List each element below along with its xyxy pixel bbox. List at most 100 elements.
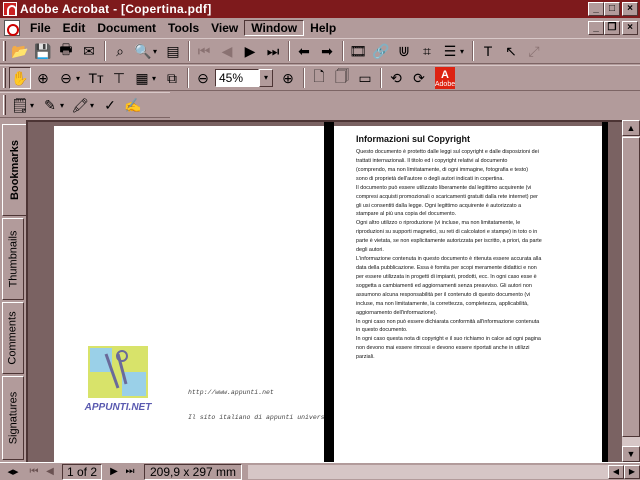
- separator: [288, 41, 290, 61]
- go-back-icon[interactable]: ⬅: [293, 40, 315, 62]
- page-number-field[interactable]: 1 of 2: [62, 463, 102, 480]
- scroll-thumb[interactable]: [622, 137, 640, 437]
- doc-close-button[interactable]: ×: [622, 21, 638, 35]
- separator: [303, 68, 305, 88]
- status-prev-page-icon[interactable]: ◀: [42, 465, 58, 479]
- copyright-line: assumono alcuna responsabilità per il co…: [356, 291, 531, 298]
- navigation-tabs: Bookmarks Thumbnails Comments Signatures: [0, 120, 26, 462]
- toolbar-grip[interactable]: [3, 68, 6, 88]
- menu-tools[interactable]: Tools: [162, 21, 205, 35]
- first-page-icon[interactable]: ⏮: [193, 40, 215, 62]
- find-icon[interactable]: ⌕: [109, 40, 131, 62]
- rotate-right-icon[interactable]: ⟳: [408, 67, 430, 89]
- horizontal-scrollbar[interactable]: ◀ ▶: [248, 464, 640, 479]
- select-dropdown-icon[interactable]: ▾: [152, 74, 159, 83]
- link-icon[interactable]: 🔗: [370, 40, 392, 62]
- copyright-text: Questo documento è protetto dalle leggi …: [356, 148, 556, 362]
- movie-icon[interactable]: 🎞: [347, 40, 369, 62]
- crop-icon[interactable]: ⌗: [416, 40, 438, 62]
- copyright-line: soggetta a cambiamenti ed aggiornamenti …: [356, 282, 532, 289]
- graphics-select-icon[interactable]: ⧉: [161, 67, 183, 89]
- hand-tool-icon[interactable]: ✋: [9, 67, 31, 89]
- rotate-left-icon[interactable]: ⟲: [385, 67, 407, 89]
- column-select-icon[interactable]: ⊤: [108, 67, 130, 89]
- go-forward-icon[interactable]: ➡: [316, 40, 338, 62]
- touchup-text-icon[interactable]: T: [477, 40, 499, 62]
- zoom-out-icon[interactable]: ⊖: [55, 67, 77, 89]
- doc-minimize-button[interactable]: _: [588, 21, 604, 35]
- maximize-button[interactable]: □: [604, 2, 620, 16]
- scroll-up-button[interactable]: ▲: [622, 120, 640, 136]
- search-dropdown-icon[interactable]: ▾: [153, 47, 160, 56]
- scroll-left-button[interactable]: ◀: [608, 464, 624, 479]
- fit-width-icon[interactable]: ▭: [354, 67, 376, 89]
- zoom-field[interactable]: 45%: [215, 69, 259, 87]
- last-page-icon[interactable]: ⏭: [262, 40, 284, 62]
- zoom-minus-icon[interactable]: ⊖: [192, 67, 214, 89]
- status-last-page-icon[interactable]: ⏭: [122, 465, 138, 479]
- open-icon[interactable]: 📂: [9, 40, 31, 62]
- scroll-down-button[interactable]: ▼: [622, 446, 640, 462]
- site-url[interactable]: http://www.appunti.net: [188, 389, 274, 396]
- menu-document[interactable]: Document: [91, 21, 162, 35]
- scroll-right-button[interactable]: ▶: [624, 464, 640, 479]
- acrobat-app-icon[interactable]: [3, 2, 17, 16]
- minimize-button[interactable]: _: [588, 2, 604, 16]
- actual-size-icon[interactable]: 🗋: [308, 67, 330, 89]
- close-button[interactable]: ×: [622, 2, 638, 16]
- toolbar-grip[interactable]: [3, 41, 6, 61]
- text-select-icon[interactable]: Tт: [85, 67, 107, 89]
- menu-view[interactable]: View: [205, 21, 244, 35]
- page-layout-icon[interactable]: ◂▸: [0, 465, 26, 479]
- menu-help[interactable]: Help: [304, 21, 342, 35]
- fit-page-icon[interactable]: 🗍: [331, 67, 353, 89]
- zoom-dropdown-icon[interactable]: ▾: [76, 74, 83, 83]
- highlight-icon[interactable]: 🖍: [69, 94, 91, 116]
- copyright-line: parziali.: [356, 354, 375, 361]
- page-order-icon[interactable]: ⤢: [523, 40, 545, 62]
- form-icon[interactable]: ☰: [439, 40, 461, 62]
- signature-icon[interactable]: ✍: [122, 94, 144, 116]
- table-select-icon[interactable]: ▦: [131, 67, 153, 89]
- toolbar-grip[interactable]: [3, 95, 6, 115]
- menu-window[interactable]: Window: [244, 20, 305, 36]
- status-next-page-icon[interactable]: ▶: [106, 465, 122, 479]
- search-icon[interactable]: 🔍: [132, 40, 154, 62]
- show-hide-navigation-icon[interactable]: ▤: [162, 40, 184, 62]
- tab-signatures[interactable]: Signatures: [2, 376, 24, 460]
- email-icon[interactable]: ✉: [78, 40, 100, 62]
- next-page-icon[interactable]: ▶: [239, 40, 261, 62]
- status-bar: ◂▸ ⏮ ◀ 1 of 2 ▶ ⏭ 209,9 x 297 mm ◀ ▶: [0, 462, 640, 480]
- document-view[interactable]: APPUNTI.NET http://www.appunti.net Il si…: [26, 120, 622, 462]
- separator: [342, 41, 344, 61]
- tab-comments[interactable]: Comments: [2, 302, 24, 374]
- note-icon[interactable]: 🗒: [9, 94, 31, 116]
- vertical-scrollbar[interactable]: ▲ ▼: [622, 120, 640, 462]
- highlight-dropdown-icon[interactable]: ▾: [90, 101, 97, 110]
- adobe-logo[interactable]: A Adobe: [435, 67, 455, 89]
- zoom-in-icon[interactable]: ⊕: [32, 67, 54, 89]
- print-icon[interactable]: 🖶: [55, 40, 77, 62]
- note-dropdown-icon[interactable]: ▾: [30, 101, 37, 110]
- zoom-plus-icon[interactable]: ⊕: [277, 67, 299, 89]
- document-icon[interactable]: [4, 20, 20, 36]
- menu-edit[interactable]: Edit: [57, 21, 92, 35]
- status-first-page-icon[interactable]: ⏮: [26, 465, 42, 479]
- copyright-title: Informazioni sul Copyright: [356, 134, 470, 144]
- copyright-line: stampare al più una copia del documento.: [356, 211, 457, 218]
- menu-file[interactable]: File: [24, 21, 57, 35]
- pencil-dropdown-icon[interactable]: ▾: [60, 101, 67, 110]
- form-dropdown-icon[interactable]: ▾: [460, 47, 467, 56]
- pencil-icon[interactable]: ✎: [39, 94, 61, 116]
- article-icon[interactable]: ⋓: [393, 40, 415, 62]
- spell-check-icon[interactable]: ✓: [99, 94, 121, 116]
- doc-restore-button[interactable]: ❐: [604, 21, 620, 35]
- select-object-icon[interactable]: ↖: [500, 40, 522, 62]
- tab-thumbnails[interactable]: Thumbnails: [2, 218, 24, 300]
- tab-bookmarks[interactable]: Bookmarks: [2, 124, 26, 216]
- save-icon[interactable]: 💾: [32, 40, 54, 62]
- zoom-field-dropdown-icon[interactable]: ▾: [259, 69, 273, 87]
- copyright-line: data della pubblicazione. Essa è fornita…: [356, 264, 537, 271]
- title-bar: Adobe Acrobat - [Copertina.pdf] _ □ ×: [0, 0, 640, 18]
- previous-page-icon[interactable]: ◀: [216, 40, 238, 62]
